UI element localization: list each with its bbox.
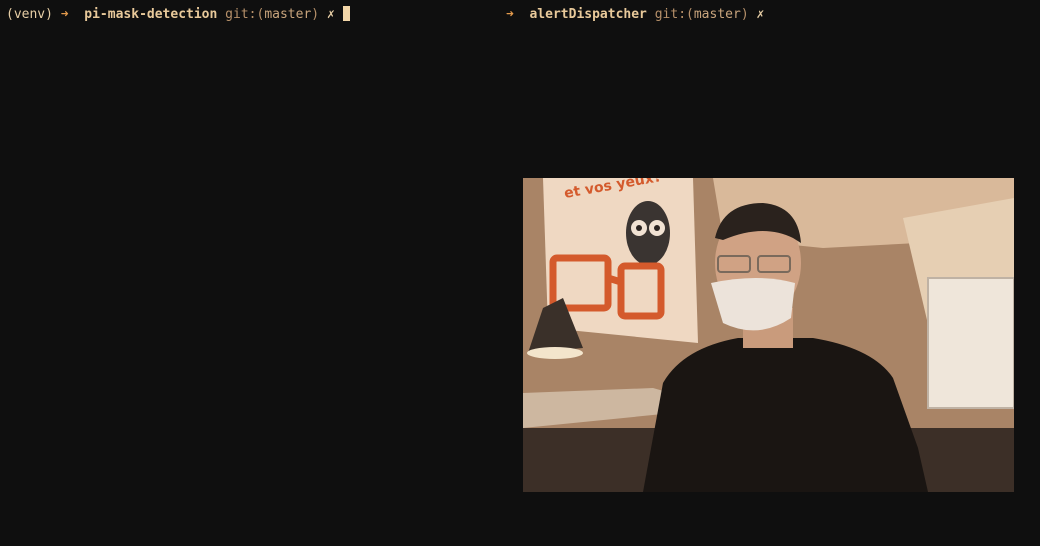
terminal-cursor[interactable] <box>342 6 350 21</box>
git-suffix: ) <box>740 7 749 22</box>
owl-figure <box>626 201 670 265</box>
git-prefix: git:( <box>225 7 265 22</box>
git-branch: master <box>693 7 741 22</box>
venv-label: (venv) <box>6 7 53 22</box>
directory-name: pi-mask-detection <box>84 7 218 22</box>
directory-name: alertDispatcher <box>529 7 647 22</box>
terminal-pane-left[interactable]: (venv) ➜ pi-mask-detection git:(master) … <box>0 0 500 546</box>
dirty-marker-icon: ✗ <box>756 7 765 22</box>
prompt-arrow-icon: ➜ <box>60 7 69 22</box>
git-suffix: ) <box>311 7 320 22</box>
dirty-marker-icon: ✗ <box>326 7 335 22</box>
whiteboard <box>927 277 1014 409</box>
webcam-scene: et vos yeux? <box>523 178 1014 492</box>
shell-prompt: (venv) ➜ pi-mask-detection git:(master) … <box>6 6 350 24</box>
webcam-preview: et vos yeux? <box>523 178 1014 492</box>
prompt-arrow-icon: ➜ <box>506 7 514 22</box>
shell-prompt: ➜ alertDispatcher git:(master) ✗ <box>506 6 764 24</box>
face-mask <box>711 278 795 331</box>
git-branch: master <box>264 7 312 22</box>
git-prefix: git:( <box>654 7 694 22</box>
